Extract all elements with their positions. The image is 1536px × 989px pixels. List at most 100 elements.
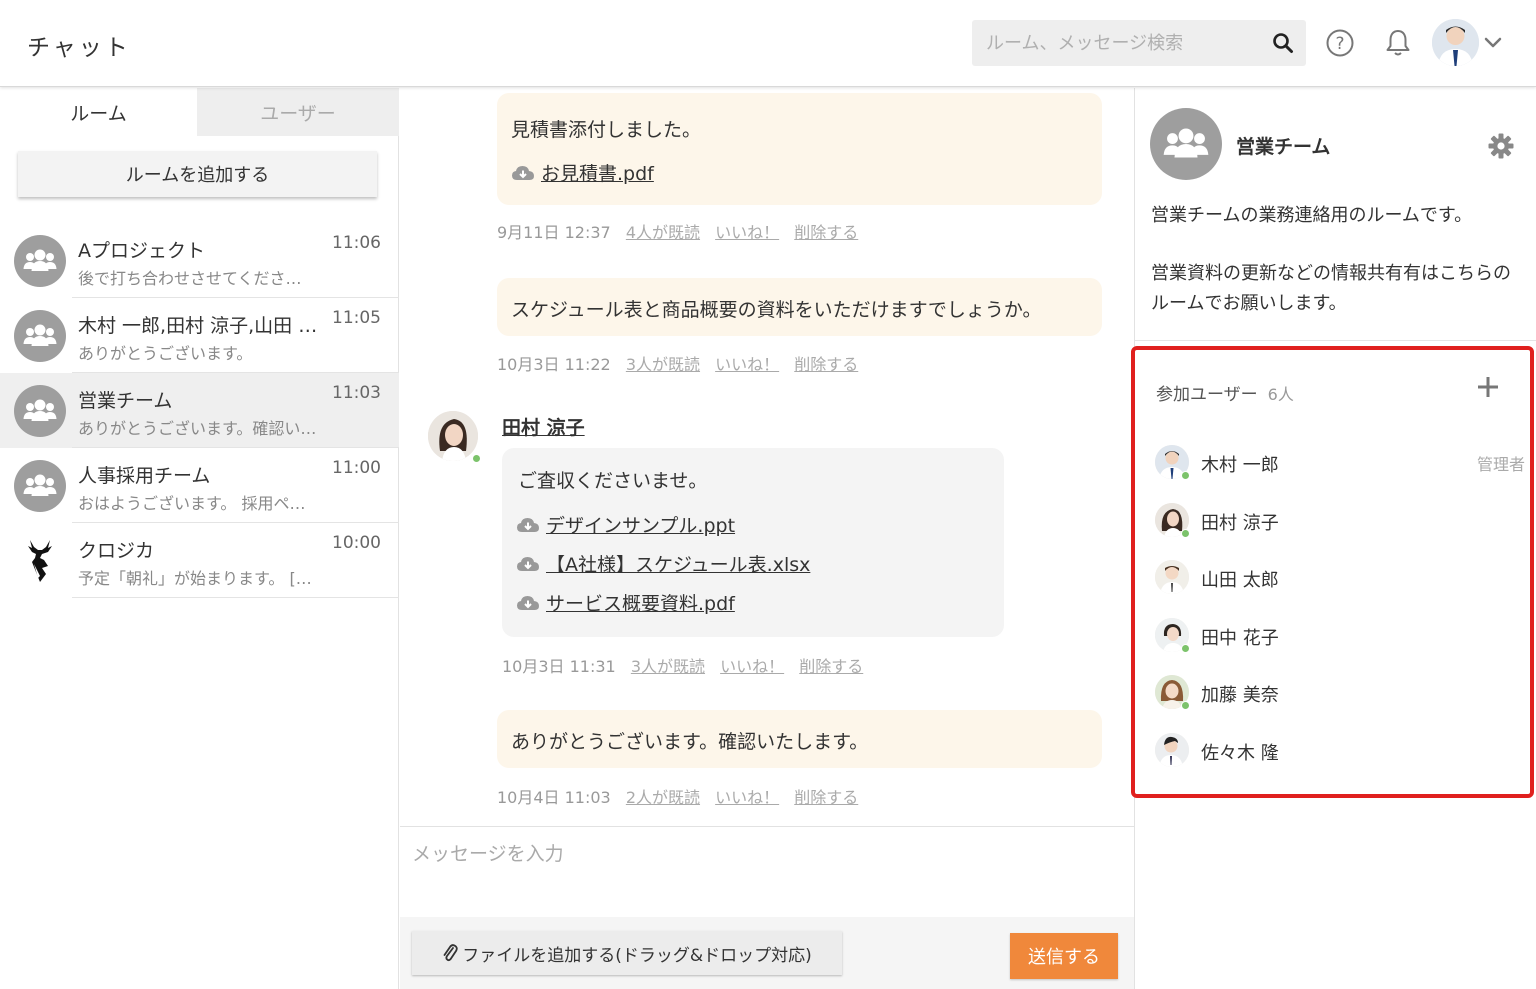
member-name: 田村 涼子 (1201, 513, 1279, 534)
delete-link[interactable]: 削除する (794, 355, 858, 374)
tab-rooms[interactable]: ルーム (0, 88, 197, 136)
message-meta: 10月4日 11:03 2人が既読 いいね！ 削除する (497, 784, 868, 808)
file-link[interactable]: デザインサンプル.ppt (546, 511, 735, 538)
message-date: 10月3日 11:31 (502, 657, 616, 676)
room-item-active[interactable]: 営業チーム 11:03 ありがとうございます。確認い… (0, 373, 399, 448)
room-name: クロジカ (78, 540, 155, 562)
bell-icon (1386, 30, 1410, 56)
members-section-highlight: 参加ユーザー 6人 木村 一郎 管理者 田村 涼子 山田 太郎 田中 花子 加藤… (1131, 346, 1534, 798)
room-preview: 後で打ち合わせさせてくださ… (78, 269, 302, 288)
like-link[interactable]: いいね！ (715, 223, 779, 242)
message-bubble: ご査収くださいませ。 デザインサンプル.ppt 【A社様】スケジュール表.xls… (502, 448, 1004, 637)
delete-link[interactable]: 削除する (799, 657, 863, 676)
paperclip-icon (443, 944, 458, 962)
read-count-link[interactable]: 3人が既読 (631, 657, 705, 676)
sender-name[interactable]: 田村 涼子 (502, 413, 585, 440)
message-bubble: スケジュール表と商品概要の資料をいただけますでしょうか。 (497, 278, 1102, 336)
room-description: 営業チームの業務連絡用のルームです。 営業資料の更新などの情報共有有はこちらのル… (1151, 201, 1523, 347)
file-attachment[interactable]: お見積書.pdf (511, 159, 654, 186)
room-list: Aプロジェクト 11:06 後で打ち合わせさせてくださ… 木村 一郎,田村 涼子… (0, 223, 399, 598)
divider (1135, 340, 1536, 341)
message-date: 9月11日 12:37 (497, 223, 611, 242)
room-item[interactable]: クロジカ 10:00 予定「朝礼」が始まります。 [… (0, 523, 399, 598)
search-icon (1273, 33, 1293, 53)
delete-link[interactable]: 削除する (794, 223, 858, 242)
member-item[interactable]: 山田 太郎 (1155, 560, 1525, 600)
room-item[interactable]: 木村 一郎,田村 涼子,山田 … 11:05 ありがとうございます。 (0, 298, 399, 373)
add-room-button[interactable]: ルームを追加する (18, 151, 377, 197)
message-input[interactable] (412, 839, 1122, 909)
member-item[interactable]: 加藤 美奈 (1155, 675, 1525, 715)
search-input[interactable] (972, 20, 1260, 66)
chat-area: 見積書添付しました。 お見積書.pdf 9月11日 12:37 4人が既読 いい… (400, 88, 1134, 989)
room-item[interactable]: 人事採用チーム 11:00 おはようございます。 採用ペ… (0, 448, 399, 523)
message-meta: 10月3日 11:31 3人が既読 いいね！ 削除する (502, 653, 873, 677)
user-avatar[interactable] (1432, 19, 1479, 66)
member-name: 田中 花子 (1201, 628, 1279, 649)
like-link[interactable]: いいね！ (715, 788, 779, 807)
room-description-line: 営業資料の更新などの情報共有有はこちらのルームでお願いします。 (1151, 263, 1511, 314)
like-link[interactable]: いいね！ (720, 657, 784, 676)
deer-logo-icon (28, 540, 52, 582)
room-name: 営業チーム (78, 390, 173, 412)
cloud-download-icon (517, 556, 539, 571)
member-role-badge: 管理者 (1476, 455, 1525, 474)
cloud-download-icon (512, 165, 534, 180)
sidebar-tabs: ルーム ユーザー (0, 88, 399, 136)
message-text: ありがとうございます。確認いたします。 (511, 731, 869, 753)
message-bubble: 見積書添付しました。 お見積書.pdf (497, 93, 1102, 205)
person-photo-icon (1432, 19, 1479, 66)
group-icon (23, 474, 57, 496)
file-link[interactable]: サービス概要資料.pdf (546, 589, 735, 616)
file-attachment[interactable]: 【A社様】スケジュール表.xlsx (516, 550, 810, 577)
like-link[interactable]: いいね！ (715, 355, 779, 374)
room-time: 11:00 (332, 458, 381, 478)
help-button[interactable]: ? (1322, 25, 1358, 61)
group-icon (23, 324, 57, 346)
member-name: 山田 太郎 (1201, 570, 1279, 591)
file-link[interactable]: 【A社様】スケジュール表.xlsx (546, 550, 810, 577)
file-attachment[interactable]: デザインサンプル.ppt (516, 511, 735, 538)
member-avatar (1155, 560, 1189, 594)
read-count-link[interactable]: 3人が既読 (626, 355, 700, 374)
add-member-icon[interactable] (1475, 374, 1501, 400)
search-button[interactable] (1260, 20, 1306, 66)
file-attachment[interactable]: サービス概要資料.pdf (516, 589, 735, 616)
online-indicator (1181, 529, 1190, 538)
message-text: 見積書添付しました。 (511, 119, 702, 141)
message-bubble: ありがとうございます。確認いたします。 (497, 710, 1102, 768)
online-indicator (1181, 701, 1190, 710)
person-photo-icon (428, 411, 478, 461)
app-title: チャット (27, 35, 131, 61)
room-preview: ありがとうございます。確認い… (78, 419, 317, 438)
online-indicator (472, 454, 481, 463)
room-preview: ありがとうございます。 (78, 344, 253, 363)
sender-avatar[interactable] (428, 411, 478, 461)
svg-text:?: ? (1335, 34, 1344, 54)
send-button[interactable]: 送信する (1010, 933, 1118, 979)
attach-file-button[interactable]: ファイルを追加する(ドラッグ&ドロップ対応) (412, 931, 842, 975)
delete-link[interactable]: 削除する (794, 788, 858, 807)
gear-icon[interactable] (1487, 132, 1515, 160)
online-indicator (1181, 471, 1190, 480)
room-avatar (14, 460, 66, 512)
top-header: チャット ? (0, 0, 1536, 87)
room-item[interactable]: Aプロジェクト 11:06 後で打ち合わせさせてくださ… (0, 223, 399, 298)
tab-users[interactable]: ユーザー (197, 88, 399, 136)
read-count-link[interactable]: 2人が既読 (626, 788, 700, 807)
room-avatar (1150, 108, 1222, 180)
member-item[interactable]: 田村 涼子 (1155, 503, 1525, 543)
file-link[interactable]: お見積書.pdf (541, 159, 654, 186)
chevron-down-icon[interactable] (1483, 30, 1503, 54)
room-time: 11:03 (332, 383, 381, 403)
message-date: 10月3日 11:22 (497, 355, 611, 374)
member-item[interactable]: 木村 一郎 管理者 (1155, 445, 1525, 485)
help-icon: ? (1326, 29, 1354, 57)
member-item[interactable]: 田中 花子 (1155, 618, 1525, 658)
notification-button[interactable] (1380, 25, 1416, 61)
room-description-line: 営業チームの業務連絡用のルームです。 (1151, 205, 1473, 226)
read-count-link[interactable]: 4人が既読 (626, 223, 700, 242)
member-item[interactable]: 佐々木 隆 (1155, 733, 1525, 773)
room-name: 人事採用チーム (78, 465, 211, 487)
room-time: 11:05 (332, 308, 381, 328)
